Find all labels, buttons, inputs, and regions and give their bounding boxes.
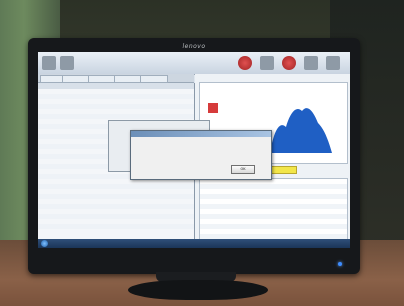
message-dialog: OK bbox=[130, 130, 272, 180]
data-table bbox=[199, 178, 348, 246]
photo-scene: lenovo OK bbox=[0, 0, 404, 306]
monitor: lenovo OK bbox=[28, 38, 360, 274]
toolbar-icon[interactable] bbox=[60, 56, 74, 70]
monitor-base bbox=[128, 280, 268, 300]
app-toolbar bbox=[38, 52, 350, 75]
stop-icon[interactable] bbox=[282, 56, 296, 70]
tab[interactable] bbox=[88, 75, 116, 83]
toolbar-icon[interactable] bbox=[326, 56, 340, 70]
taskbar bbox=[38, 239, 350, 248]
list-item[interactable] bbox=[38, 229, 194, 234]
toolbar-icon[interactable] bbox=[304, 56, 318, 70]
tab[interactable] bbox=[114, 75, 142, 83]
toolbar-icon[interactable] bbox=[260, 56, 274, 70]
tab[interactable] bbox=[40, 75, 64, 83]
tab[interactable] bbox=[62, 75, 90, 83]
screen: OK bbox=[38, 52, 350, 248]
dialog-title bbox=[131, 131, 271, 137]
start-button[interactable] bbox=[41, 240, 48, 247]
toolbar-icon[interactable] bbox=[42, 56, 56, 70]
ok-button[interactable]: OK bbox=[231, 165, 255, 174]
power-indicator bbox=[338, 262, 342, 266]
distribution-area bbox=[270, 108, 332, 153]
tab[interactable] bbox=[140, 75, 168, 83]
tab-strip bbox=[38, 74, 194, 83]
monitor-brand: lenovo bbox=[182, 43, 206, 50]
record-icon[interactable] bbox=[238, 56, 252, 70]
